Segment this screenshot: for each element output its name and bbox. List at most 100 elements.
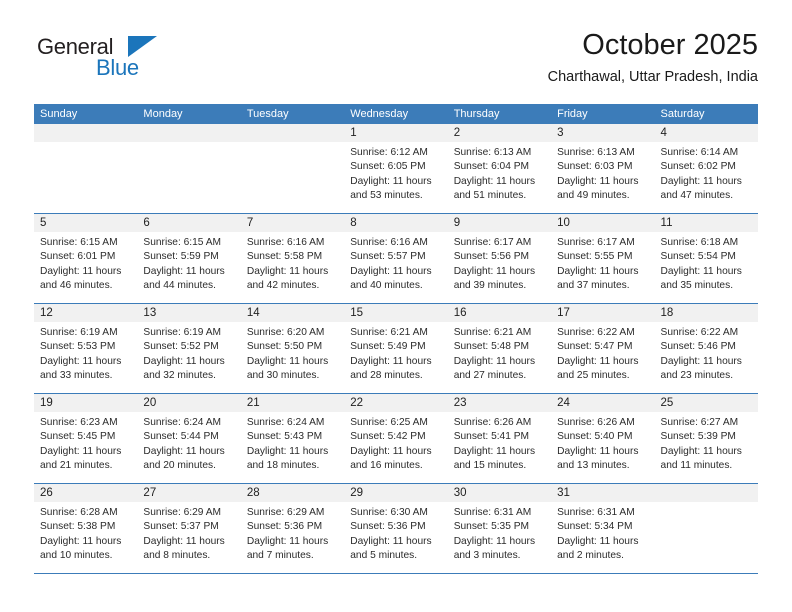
day-detail-line: Sunrise: 6:28 AM bbox=[40, 507, 118, 518]
day-cell-25[interactable]: 25 Sunrise: 6:27 AM Sunset: 5:39 PM Dayligh… bbox=[654, 394, 758, 483]
day-cell-empty bbox=[137, 124, 241, 213]
day-detail-line: Daylight: 11 hours bbox=[40, 535, 122, 547]
day-cell-11[interactable]: 11 Sunrise: 6:18 AM Sunset: 5:54 PM Dayligh… bbox=[654, 214, 758, 303]
day-detail-line: Daylight: 11 hours bbox=[40, 355, 122, 367]
day-detail-line: Sunset: 6:01 PM bbox=[40, 251, 116, 263]
general-blue-logo[interactable]: General Blue bbox=[34, 34, 234, 90]
day-details bbox=[137, 142, 240, 146]
day-detail-line: Daylight: 11 hours bbox=[246, 265, 329, 277]
day-detail-line: and 37 minutes. bbox=[557, 280, 630, 292]
day-cell-29[interactable]: 29 Sunrise: 6:30 AM Sunset: 5:36 PM Dayligh… bbox=[344, 484, 448, 573]
day-detail-line: Sunrise: 6:21 AM bbox=[453, 327, 532, 338]
day-details: Sunrise: 6:18 AM Sunset: 5:54 PM Daylight:… bbox=[655, 232, 758, 294]
calendar-page: General Blue October 2025 Charthawal, Ut… bbox=[0, 0, 792, 612]
day-number: 27 bbox=[137, 484, 241, 502]
day-detail-line: Daylight: 11 hours bbox=[40, 445, 122, 457]
day-detail-line: Sunset: 5:34 PM bbox=[557, 521, 633, 533]
day-detail-line: Sunrise: 6:15 AM bbox=[40, 237, 118, 248]
day-cell-14[interactable]: 14 Sunrise: 6:20 AM Sunset: 5:50 PM Dayligh… bbox=[240, 304, 345, 393]
day-detail-line: Daylight: 11 hours bbox=[660, 445, 742, 457]
day-cell-4[interactable]: 4 Sunrise: 6:14 AM Sunset: 6:02 PM Daylight… bbox=[654, 124, 758, 213]
day-details: Sunrise: 6:16 AM Sunset: 5:57 PM Daylight:… bbox=[344, 232, 447, 294]
day-cell-12[interactable]: 12 Sunrise: 6:19 AM Sunset: 5:53 PM Dayligh… bbox=[34, 304, 138, 393]
day-details: Sunrise: 6:16 AM Sunset: 5:58 PM Daylight:… bbox=[241, 232, 344, 294]
day-cell-16[interactable]: 16 Sunrise: 6:21 AM Sunset: 5:48 PM Dayligh… bbox=[447, 304, 552, 393]
day-cell-27[interactable]: 27 Sunrise: 6:29 AM Sunset: 5:37 PM Dayligh… bbox=[137, 484, 241, 573]
day-detail-line: and 53 minutes. bbox=[350, 190, 423, 202]
calendar-week-row: 26 Sunrise: 6:28 AM Sunset: 5:38 PM Dayligh… bbox=[34, 484, 758, 574]
day-detail-line: Sunset: 6:03 PM bbox=[557, 161, 633, 173]
day-cell-1[interactable]: 1 Sunrise: 6:12 AM Sunset: 6:05 PM Daylight… bbox=[344, 124, 448, 213]
day-number: 13 bbox=[137, 304, 241, 322]
day-detail-line: Sunrise: 6:31 AM bbox=[453, 507, 532, 518]
day-detail-line: Sunrise: 6:31 AM bbox=[557, 507, 635, 518]
day-number: 26 bbox=[34, 484, 138, 502]
day-detail-line: and 2 minutes. bbox=[557, 550, 624, 562]
day-cell-19[interactable]: 19 Sunrise: 6:23 AM Sunset: 5:45 PM Dayligh… bbox=[34, 394, 138, 483]
day-detail-line: Daylight: 11 hours bbox=[557, 355, 639, 367]
day-detail-line: Sunrise: 6:29 AM bbox=[143, 507, 222, 518]
day-detail-line: Sunset: 5:50 PM bbox=[246, 341, 323, 353]
day-detail-line: Sunset: 5:59 PM bbox=[143, 251, 219, 263]
day-cell-23[interactable]: 23 Sunrise: 6:26 AM Sunset: 5:41 PM Dayligh… bbox=[447, 394, 552, 483]
day-detail-line: Sunset: 6:02 PM bbox=[660, 161, 736, 173]
day-cell-3[interactable]: 3 Sunrise: 6:13 AM Sunset: 6:03 PM Daylight… bbox=[551, 124, 655, 213]
day-cell-10[interactable]: 10 Sunrise: 6:17 AM Sunset: 5:55 PM Dayligh… bbox=[551, 214, 655, 303]
day-detail-line: Sunrise: 6:18 AM bbox=[660, 237, 739, 248]
day-details: Sunrise: 6:13 AM Sunset: 6:04 PM Daylight:… bbox=[448, 142, 551, 204]
day-details bbox=[655, 502, 758, 506]
day-detail-line: Sunset: 5:58 PM bbox=[246, 251, 323, 263]
day-cell-13[interactable]: 13 Sunrise: 6:19 AM Sunset: 5:52 PM Dayligh… bbox=[137, 304, 241, 393]
day-cell-6[interactable]: 6 Sunrise: 6:15 AM Sunset: 5:59 PM Daylight… bbox=[137, 214, 241, 303]
day-detail-line: Sunset: 5:56 PM bbox=[453, 251, 530, 263]
day-details: Sunrise: 6:17 AM Sunset: 5:56 PM Daylight:… bbox=[448, 232, 551, 294]
day-detail-line: Daylight: 11 hours bbox=[143, 445, 225, 457]
day-detail-line: and 51 minutes. bbox=[453, 190, 527, 202]
day-detail-line: Daylight: 11 hours bbox=[40, 265, 122, 277]
day-detail-line: and 40 minutes. bbox=[350, 280, 423, 292]
day-cell-21[interactable]: 21 Sunrise: 6:24 AM Sunset: 5:43 PM Dayligh… bbox=[240, 394, 345, 483]
day-cell-22[interactable]: 22 Sunrise: 6:25 AM Sunset: 5:42 PM Dayligh… bbox=[344, 394, 448, 483]
day-details: Sunrise: 6:23 AM Sunset: 5:45 PM Daylight:… bbox=[34, 412, 137, 474]
day-cell-31[interactable]: 31 Sunrise: 6:31 AM Sunset: 5:34 PM Dayligh… bbox=[551, 484, 655, 573]
day-detail-line: Sunset: 5:37 PM bbox=[143, 521, 219, 533]
day-cell-24[interactable]: 24 Sunrise: 6:26 AM Sunset: 5:40 PM Dayligh… bbox=[551, 394, 655, 483]
day-cell-5[interactable]: 5 Sunrise: 6:15 AM Sunset: 6:01 PM Daylight… bbox=[34, 214, 138, 303]
day-cell-30[interactable]: 30 Sunrise: 6:31 AM Sunset: 5:35 PM Dayligh… bbox=[447, 484, 552, 573]
day-details: Sunrise: 6:31 AM Sunset: 5:34 PM Daylight:… bbox=[551, 502, 654, 564]
day-cell-9[interactable]: 9 Sunrise: 6:17 AM Sunset: 5:56 PM Daylight… bbox=[447, 214, 552, 303]
day-detail-line: Sunrise: 6:23 AM bbox=[40, 417, 118, 428]
day-detail-line: Sunset: 5:39 PM bbox=[660, 431, 736, 443]
day-detail-line: Sunrise: 6:21 AM bbox=[350, 327, 428, 338]
calendar-week-row: 12 Sunrise: 6:19 AM Sunset: 5:53 PM Dayligh… bbox=[34, 304, 758, 394]
day-details: Sunrise: 6:19 AM Sunset: 5:52 PM Daylight:… bbox=[137, 322, 240, 384]
day-detail-line: Sunrise: 6:24 AM bbox=[246, 417, 325, 428]
day-detail-line: and 28 minutes. bbox=[350, 370, 423, 382]
day-detail-line: Sunset: 5:35 PM bbox=[453, 521, 530, 533]
day-cell-7[interactable]: 7 Sunrise: 6:16 AM Sunset: 5:58 PM Daylight… bbox=[240, 214, 345, 303]
day-detail-line: Sunset: 5:36 PM bbox=[350, 521, 426, 533]
day-details: Sunrise: 6:31 AM Sunset: 5:35 PM Daylight:… bbox=[448, 502, 551, 564]
day-details: Sunrise: 6:21 AM Sunset: 5:48 PM Daylight:… bbox=[448, 322, 551, 384]
day-detail-line: and 44 minutes. bbox=[143, 280, 216, 292]
day-details: Sunrise: 6:22 AM Sunset: 5:46 PM Daylight:… bbox=[655, 322, 758, 384]
day-detail-line: Sunrise: 6:16 AM bbox=[246, 237, 325, 248]
day-cell-18[interactable]: 18 Sunrise: 6:22 AM Sunset: 5:46 PM Dayligh… bbox=[654, 304, 758, 393]
day-detail-line: Sunrise: 6:17 AM bbox=[557, 237, 635, 248]
day-detail-line: Daylight: 11 hours bbox=[660, 265, 742, 277]
day-detail-line: and 3 minutes. bbox=[453, 550, 521, 562]
day-details: Sunrise: 6:29 AM Sunset: 5:36 PM Daylight:… bbox=[241, 502, 344, 564]
calendar-week-row: 19 Sunrise: 6:23 AM Sunset: 5:45 PM Dayligh… bbox=[34, 394, 758, 484]
day-cell-20[interactable]: 20 Sunrise: 6:24 AM Sunset: 5:44 PM Dayligh… bbox=[137, 394, 241, 483]
day-cell-28[interactable]: 28 Sunrise: 6:29 AM Sunset: 5:36 PM Dayligh… bbox=[240, 484, 345, 573]
day-detail-line: Daylight: 11 hours bbox=[350, 175, 432, 187]
day-cell-17[interactable]: 17 Sunrise: 6:22 AM Sunset: 5:47 PM Dayligh… bbox=[551, 304, 655, 393]
day-cell-8[interactable]: 8 Sunrise: 6:16 AM Sunset: 5:57 PM Daylight… bbox=[344, 214, 448, 303]
day-detail-line: Sunrise: 6:25 AM bbox=[350, 417, 428, 428]
day-cell-15[interactable]: 15 Sunrise: 6:21 AM Sunset: 5:49 PM Dayligh… bbox=[344, 304, 448, 393]
day-detail-line: Sunset: 5:47 PM bbox=[557, 341, 633, 353]
day-cell-26[interactable]: 26 Sunrise: 6:28 AM Sunset: 5:38 PM Dayligh… bbox=[34, 484, 138, 573]
day-detail-line: Sunset: 5:38 PM bbox=[40, 521, 116, 533]
day-detail-line: Sunset: 5:48 PM bbox=[453, 341, 530, 353]
day-cell-2[interactable]: 2 Sunrise: 6:13 AM Sunset: 6:04 PM Daylight… bbox=[447, 124, 552, 213]
